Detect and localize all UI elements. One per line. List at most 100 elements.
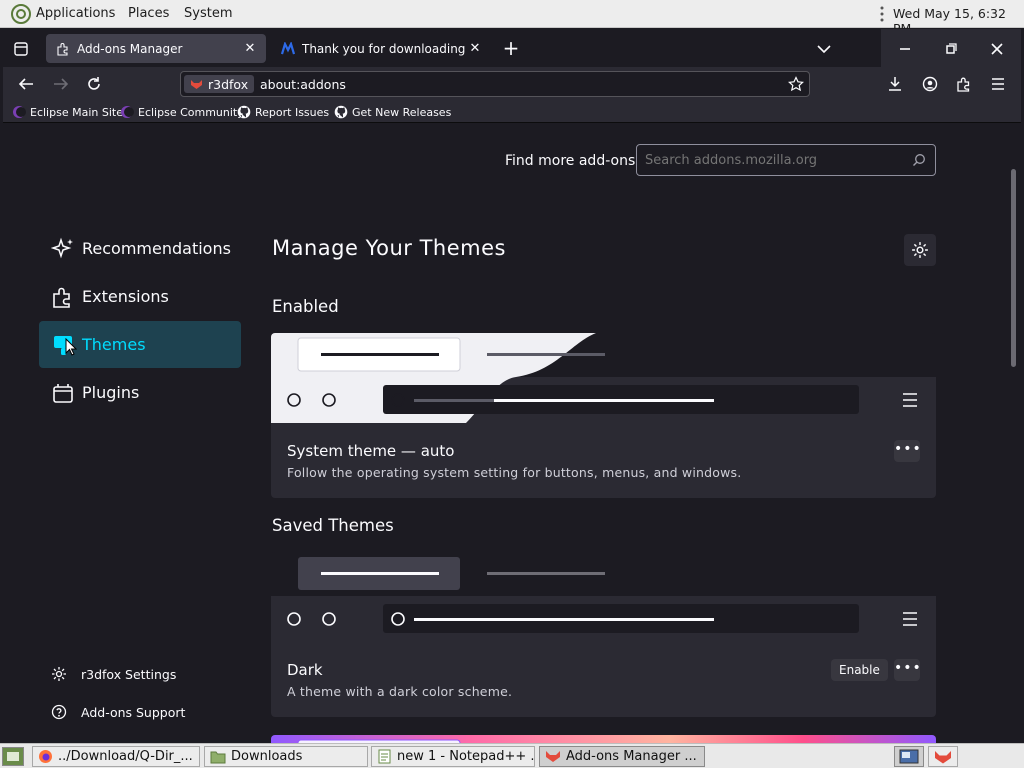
window-controls [881,29,1021,67]
enabled-heading: Enabled [272,297,339,316]
extensions-icon[interactable] [954,74,974,94]
bookmarks-toolbar: Eclipse Main Site Eclipse Community Repo… [3,101,1021,123]
forward-icon[interactable] [51,74,71,94]
sparkle-icon [50,236,76,262]
help-icon [51,704,67,720]
tab-list-icon[interactable] [11,40,31,58]
panel-handle-icon [880,5,884,23]
theme-name: System theme — auto [287,442,455,460]
sidebar-item-label: Plugins [82,383,140,402]
bookmark-report-issues[interactable]: Report Issues [237,105,329,119]
eclipse-icon [120,105,134,119]
github-icon [237,105,251,119]
close-window-icon[interactable] [987,39,1007,59]
workspace-switcher-icon[interactable] [894,746,924,767]
tab-bar: Add-ons Manager ✕ Thank you for download… [3,29,1021,67]
sidebar-item-label: Recommendations [82,239,231,258]
nav-bar: r3dfox about:addons [3,67,1021,101]
url-text[interactable]: about:addons [260,77,346,92]
identity-box[interactable]: r3dfox [184,75,255,93]
search-icon [911,152,927,168]
theme-description: A theme with a dark color scheme. [287,684,513,699]
url-bar[interactable]: r3dfox about:addons [180,71,810,97]
new-tab-icon[interactable]: + [501,36,521,60]
minimize-icon[interactable] [895,39,915,59]
tab-malwarebytes[interactable]: Thank you for downloading Malwar ✕ [271,34,489,63]
task-qdir[interactable]: ../Download/Q-Dir_... [32,746,200,767]
sidebar-footer-support[interactable]: Add-ons Support [51,704,185,720]
star-icon[interactable] [787,75,805,93]
theme-description: Follow the operating system setting for … [287,465,742,480]
sidebar-item-recommendations[interactable]: Recommendations [39,225,241,272]
tab-addons-manager[interactable]: Add-ons Manager ✕ [46,34,266,63]
browser-window: Add-ons Manager ✕ Thank you for download… [3,29,1021,743]
theme-name: Dark [287,661,323,679]
r3dfox-icon [545,750,561,763]
sidebar-item-extensions[interactable]: Extensions [39,273,241,320]
task-label: Downloads [231,749,303,764]
settings-link-label: r3dfox Settings [81,666,177,682]
find-more-label: Find more add-ons [505,153,636,169]
gear-icon[interactable] [904,234,936,266]
places-menu[interactable]: Places [128,6,169,21]
saved-themes-heading: Saved Themes [272,516,394,535]
task-addons-manager[interactable]: Add-ons Manager ... [539,746,705,767]
notepad-icon [377,749,392,764]
close-tab-icon[interactable]: ✕ [465,41,485,56]
theme-card-system[interactable]: System theme — auto Follow the operating… [271,333,936,498]
r3dfox-icon [190,79,203,90]
reload-icon[interactable] [84,74,104,94]
sidebar-item-label: Extensions [82,287,169,306]
theme-card-colorful[interactable] [271,735,936,743]
plugin-icon [50,380,76,406]
task-notepadpp[interactable]: new 1 - Notepad++ ... [371,746,535,767]
system-menu[interactable]: System [184,6,232,21]
bookmark-label: Report Issues [255,105,330,119]
malwarebytes-icon [280,41,296,56]
puzzle-icon [55,42,71,56]
show-desktop-icon[interactable] [2,747,24,766]
theme-preview [271,552,936,642]
task-label: Add-ons Manager ... [566,749,697,764]
more-options-button[interactable]: ••• [894,440,921,462]
account-icon[interactable] [920,74,940,94]
taskbar: ../Download/Q-Dir_... Downloads new 1 - … [0,743,1024,768]
downloads-icon[interactable] [885,74,905,94]
bookmark-eclipse-main-site[interactable]: Eclipse Main Site [12,105,123,119]
more-options-button[interactable]: ••• [894,659,921,681]
gear-icon [51,666,67,682]
search-input[interactable] [636,144,936,176]
close-tab-icon[interactable]: ✕ [240,41,260,56]
applications-menu[interactable]: Applications [36,6,115,21]
distro-logo-icon[interactable] [11,4,31,24]
sidebar-item-plugins[interactable]: Plugins [39,369,241,416]
firefox-icon [38,749,53,764]
scrollbar-thumb[interactable] [1011,169,1016,367]
task-downloads[interactable]: Downloads [204,746,368,767]
bookmark-eclipse-community[interactable]: Eclipse Community [120,105,244,119]
page-title: Manage Your Themes [272,236,506,260]
enable-button[interactable]: Enable [831,659,888,681]
task-label: ../Download/Q-Dir_... [58,749,193,764]
chevron-down-icon[interactable] [814,39,834,59]
app-menu-icon[interactable] [988,74,1008,94]
puzzle-icon [50,284,76,310]
sidebar-item-label: Themes [82,335,146,354]
task-label: new 1 - Notepad++ ... [397,749,535,764]
tab-title: Thank you for downloading Malwar [302,41,465,56]
maximize-icon[interactable] [941,39,961,59]
addons-page: Find more add-ons Recommendations Extens… [3,123,1021,743]
bookmark-get-new-releases[interactable]: Get New Releases [334,105,451,119]
bookmark-label: Eclipse Main Site [30,105,123,119]
back-icon[interactable] [16,74,36,94]
eclipse-icon [12,105,26,119]
folder-icon [210,750,226,764]
search-field[interactable] [645,151,905,169]
identity-label: r3dfox [208,76,249,92]
r3dfox-icon[interactable] [928,746,958,767]
theme-card-dark[interactable]: Dark A theme with a dark color scheme. E… [271,552,936,717]
sidebar-footer-settings[interactable]: r3dfox Settings [51,666,176,682]
support-link-label: Add-ons Support [81,704,186,720]
sidebar-item-themes[interactable]: Themes [39,321,241,368]
github-icon [334,105,348,119]
